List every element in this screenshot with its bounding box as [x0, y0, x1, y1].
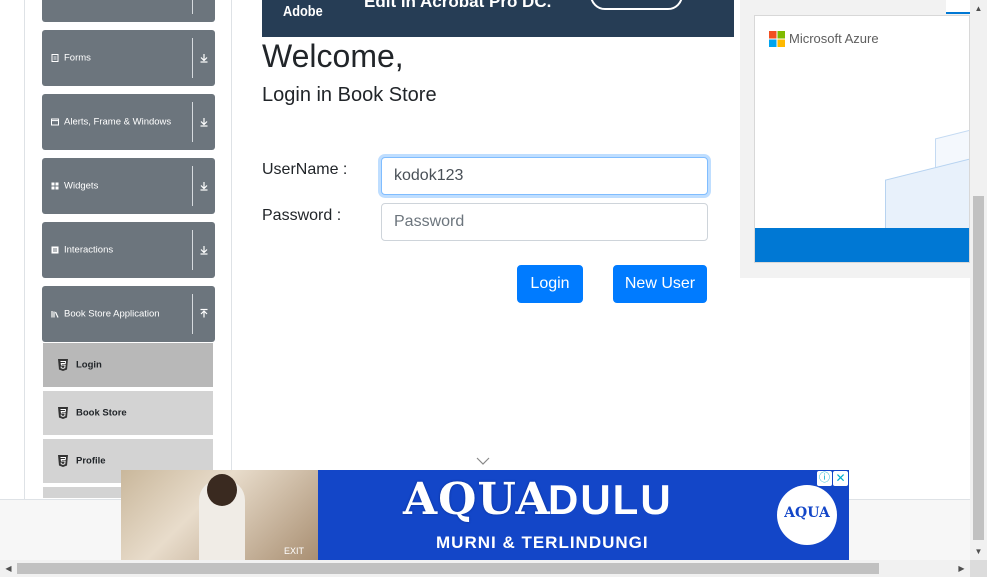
sidebar-group-widgets[interactable]: Widgets	[42, 158, 215, 214]
dulu-headline: DULU	[548, 476, 673, 523]
ad-tagline: MURNI & TERLINDUNGI	[436, 533, 649, 552]
group-divider	[192, 294, 193, 334]
login-button[interactable]: Login	[517, 265, 583, 303]
username-label: UserName :	[262, 161, 348, 178]
sidebar-item-login[interactable]: Login	[43, 343, 213, 389]
download-arrow-icon[interactable]	[198, 116, 210, 128]
html5-icon	[58, 455, 68, 467]
html5-icon	[58, 407, 68, 419]
upload-arrow-icon[interactable]	[198, 308, 210, 320]
sidebar: Forms Alerts, Frame & Windows Widgets In…	[24, 0, 232, 500]
sidebar-group-interactions[interactable]: Interactions	[42, 222, 215, 278]
interactions-icon	[51, 246, 59, 254]
scroll-right-icon[interactable]: ▶	[953, 560, 970, 577]
aqua-logo-text: AQUA	[784, 505, 830, 521]
html5-icon	[58, 359, 68, 371]
sidebar-group-label: Widgets	[64, 180, 99, 192]
form-icon	[51, 54, 59, 62]
ad-top-strip	[946, 0, 970, 14]
book-store-icon	[51, 311, 59, 318]
sidebar-group-label: Forms	[64, 52, 91, 64]
ad-brand: Adobe	[283, 3, 323, 20]
vertical-scroll-thumb[interactable]	[973, 196, 984, 540]
sidebar-group-alerts[interactable]: Alerts, Frame & Windows	[42, 94, 215, 150]
ad-person-head	[207, 474, 237, 506]
scroll-up-icon[interactable]: ▲	[970, 0, 987, 17]
ad-cta-button[interactable]	[590, 0, 683, 10]
right-ad-panel[interactable]: Microsoft Azure	[740, 0, 970, 278]
window-icon	[51, 118, 59, 126]
page-subtitle: Login in Book Store	[262, 84, 437, 106]
download-arrow-icon[interactable]	[198, 244, 210, 256]
ad-info-icon[interactable]: ⓘ	[817, 471, 832, 486]
new-user-button[interactable]: New User	[613, 265, 707, 303]
aqua-headline: AQUA	[403, 474, 551, 525]
aqua-logo: AQUA	[777, 485, 837, 545]
sidebar-group-elements[interactable]	[42, 0, 215, 22]
sidebar-group-label: Alerts, Frame & Windows	[64, 116, 172, 128]
scroll-left-icon[interactable]: ◀	[0, 560, 17, 577]
sidebar-group-book-store[interactable]: Book Store Application	[42, 286, 215, 342]
ad-headline: Edit in Acrobat Pro DC.	[364, 0, 552, 11]
chevron-down-icon[interactable]	[475, 456, 491, 466]
group-divider	[192, 230, 193, 270]
bottom-ad-banner[interactable]: EXIT AQUA DULU MURNI & TERLINDUNGI AQUA …	[121, 470, 849, 560]
sidebar-item-label: Book Store	[76, 407, 127, 419]
group-divider	[192, 166, 193, 206]
sidebar-item-label: Login	[76, 359, 102, 371]
scrollbar-corner	[970, 560, 987, 577]
azure-blue-bar	[755, 228, 969, 262]
azure-ad-card[interactable]: Microsoft Azure	[754, 15, 970, 263]
vertical-scrollbar[interactable]: ▲ ▼	[970, 0, 987, 560]
exit-sign: EXIT	[284, 546, 305, 556]
password-input[interactable]	[381, 203, 708, 241]
group-divider	[192, 102, 193, 142]
microsoft-logo-icon	[769, 31, 785, 47]
azure-brand: Microsoft Azure	[789, 31, 879, 46]
ad-close-icon[interactable]: ✕	[833, 471, 848, 486]
download-arrow-icon[interactable]	[198, 180, 210, 192]
sidebar-item-label: Profile	[76, 455, 106, 467]
group-divider	[192, 38, 193, 78]
horizontal-scroll-thumb[interactable]	[17, 563, 879, 574]
top-ad-banner[interactable]: Adobe Edit in Acrobat Pro DC.	[262, 0, 734, 37]
sidebar-item-book-store[interactable]: Book Store	[43, 391, 213, 437]
group-divider	[192, 0, 193, 14]
sidebar-group-forms[interactable]: Forms	[42, 30, 215, 86]
download-arrow-icon[interactable]	[198, 52, 210, 64]
ad-photo: EXIT	[121, 470, 318, 560]
password-label: Password :	[262, 207, 342, 224]
sidebar-group-label: Book Store Application	[64, 308, 160, 320]
username-input[interactable]	[381, 157, 708, 195]
sidebar-group-label: Interactions	[64, 244, 114, 256]
page-title: Welcome,	[262, 38, 404, 74]
horizontal-scrollbar[interactable]: ◀ ▶	[0, 560, 970, 577]
widgets-icon	[51, 182, 59, 190]
scroll-down-icon[interactable]: ▼	[970, 543, 987, 560]
